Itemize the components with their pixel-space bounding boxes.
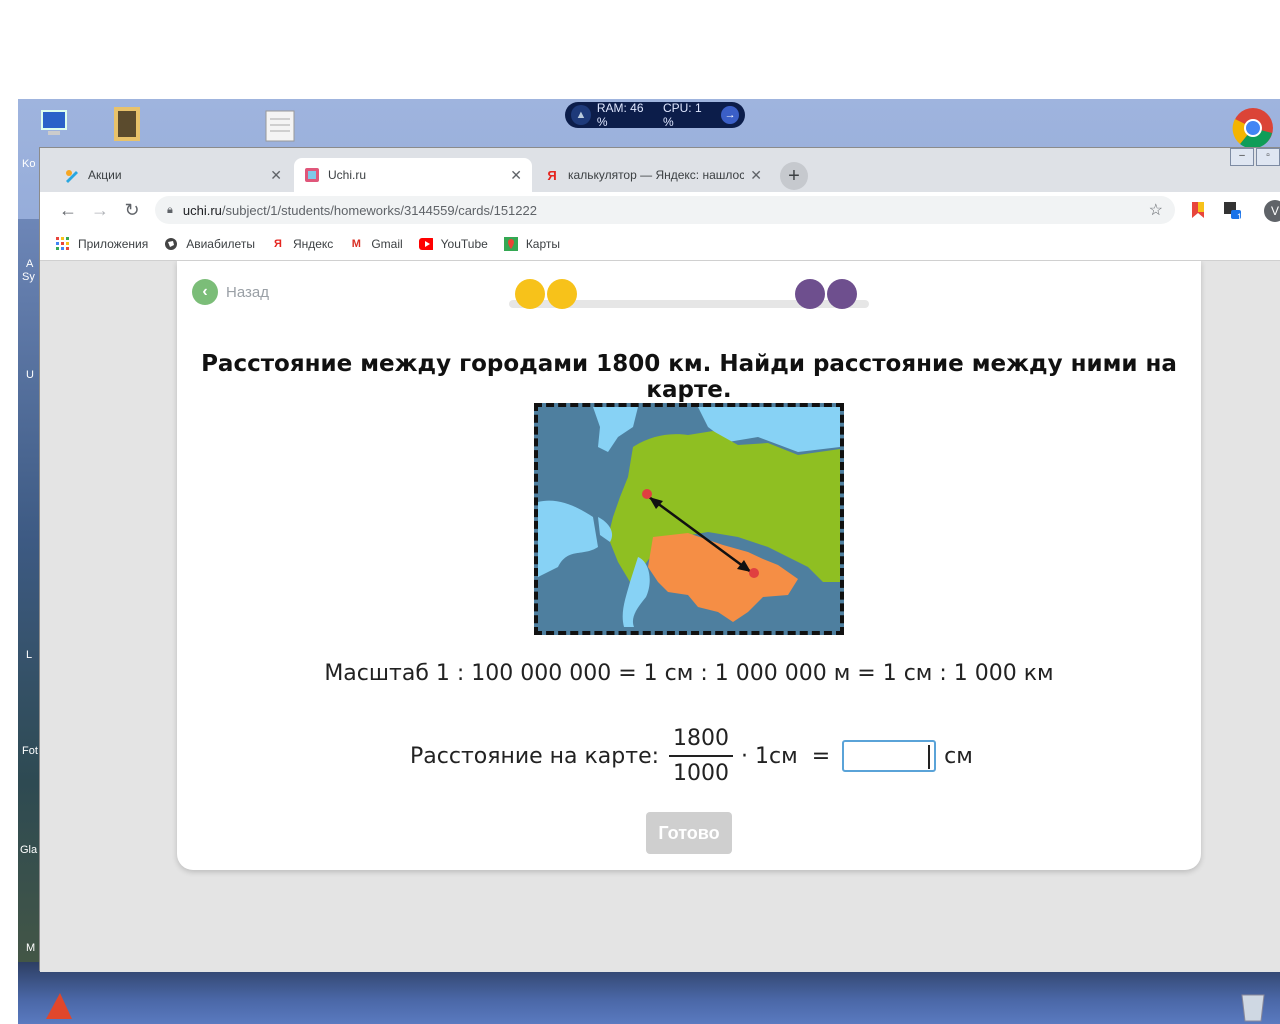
maximize-icon[interactable]: ▫	[1256, 148, 1280, 166]
task-progress	[509, 279, 869, 311]
app-shortcut-icon[interactable]	[42, 989, 76, 1023]
progress-dot-pending	[795, 279, 825, 309]
close-icon[interactable]: ✕	[510, 167, 522, 184]
bookmarks-bar: Приложения Авиабилеты Я Яндекс M Gmail Y…	[40, 228, 1280, 261]
fraction-numerator: 1800	[669, 726, 734, 757]
profile-avatar[interactable]: V	[1264, 200, 1280, 222]
lock-icon: 🔒︎	[167, 203, 173, 216]
text-file-icon[interactable]	[264, 109, 298, 143]
scale-text: Масштаб 1 : 100 000 000 = 1 см : 1 000 0…	[324, 661, 1054, 686]
bookmark-label: Gmail	[371, 237, 403, 251]
window-controls: – ▫	[1230, 148, 1280, 166]
extension-icon[interactable]: 1	[1222, 200, 1242, 222]
tab-uchi[interactable]: Uchi.ru ✕	[294, 158, 532, 192]
progress-dot-pending	[827, 279, 857, 309]
reload-icon[interactable]: ↻	[120, 198, 144, 222]
tab-title: Uchi.ru	[328, 168, 367, 182]
bookmark-label: Приложения	[78, 237, 149, 251]
uchi-favicon	[304, 167, 320, 183]
bookmark-label: Авиабилеты	[186, 237, 255, 251]
close-icon[interactable]: ✕	[750, 167, 762, 184]
bookmark-extension-icon[interactable]	[1188, 200, 1208, 220]
apps-grid-icon	[56, 237, 70, 251]
tab-title: калькулятор — Яндекс: нашлос	[568, 168, 745, 182]
answer-input[interactable]	[842, 740, 937, 772]
back-label: Назад	[226, 283, 269, 301]
bookmark-label: YouTube	[440, 237, 488, 251]
desktop-label: A	[26, 258, 34, 270]
youtube-icon	[418, 237, 433, 251]
bookmark-yandex[interactable]: Я Яндекс	[271, 237, 333, 251]
globe-icon	[164, 237, 178, 251]
yandex-icon: Я	[547, 167, 557, 183]
chrome-icon[interactable]	[1232, 107, 1273, 149]
url-path: /subject/1/students/homeworks/3144559/ca…	[221, 202, 537, 218]
question-text: Расстояние между городами 1800 км. Найди…	[201, 351, 1177, 403]
bookmark-aviabilety[interactable]: Авиабилеты	[164, 237, 255, 251]
chevron-left-icon: ‹	[192, 279, 218, 305]
tab-title: Акции	[88, 168, 122, 182]
tab-strip: Акции ✕ Uchi.ru ✕ Я калькулятор — Яндекс…	[40, 148, 1280, 192]
page-viewport: ‹ Назад Расстояние между городами 1800 к…	[40, 261, 1280, 972]
browser-toolbar: ← → ↻ 🔒︎ uchi.ru/subject/1/students/home…	[40, 192, 1280, 228]
bookmark-apps[interactable]: Приложения	[56, 237, 148, 251]
arrow-right-icon[interactable]: →	[721, 106, 739, 124]
rocket-icon: ▲	[571, 105, 591, 125]
tab-akcii[interactable]: Акции ✕	[54, 158, 292, 192]
bookmark-gmail[interactable]: M Gmail	[349, 237, 403, 251]
folder-icon[interactable]	[110, 105, 144, 141]
url-host: uchi.ru	[182, 202, 222, 218]
bookmark-label: Яндекс	[292, 237, 334, 251]
gmail-icon: M	[351, 238, 361, 250]
maps-icon	[503, 237, 518, 251]
desktop-label: M	[26, 942, 36, 954]
fraction-denominator: 1000	[673, 761, 730, 786]
formula-equals: =	[811, 743, 831, 769]
desktop-label: Sy	[22, 271, 35, 283]
address-bar[interactable]: 🔒︎ uchi.ru/subject/1/students/homeworks/…	[155, 196, 1175, 224]
distance-formula: Расстояние на карте: 1800 1000 · 1см = с…	[410, 726, 973, 786]
desktop-label: Gla	[20, 844, 38, 856]
forward-arrow-icon[interactable]: →	[88, 198, 112, 222]
map-image	[534, 403, 844, 635]
bookmark-label: Карты	[525, 237, 561, 251]
ram-usage: RAM: 46 %	[596, 101, 644, 129]
progress-dot-done	[547, 279, 577, 309]
desktop-label: Ko	[22, 158, 36, 170]
desktop-label: L	[26, 649, 33, 661]
close-icon[interactable]: ✕	[270, 167, 282, 184]
minimize-icon[interactable]: –	[1230, 148, 1254, 166]
cpu-usage: CPU: 1 %	[662, 101, 702, 129]
tab-yandex[interactable]: Я калькулятор — Яндекс: нашлос ✕	[534, 158, 772, 192]
extension-badge: 1	[1236, 212, 1242, 222]
desktop-label: U	[26, 369, 34, 381]
browser-window: Акции ✕ Uchi.ru ✕ Я калькулятор — Яндекс…	[39, 147, 1280, 972]
task-card: ‹ Назад Расстояние между городами 1800 к…	[177, 261, 1201, 870]
formula-multiplier: · 1см	[741, 743, 798, 769]
formula-label: Расстояние на карте:	[410, 743, 660, 769]
uchi-pencil-icon	[64, 167, 80, 183]
yandex-icon: Я	[274, 238, 282, 250]
computer-icon[interactable]	[36, 107, 70, 141]
bookmark-maps[interactable]: Карты	[503, 237, 561, 251]
bookmark-youtube[interactable]: YouTube	[418, 237, 488, 251]
answer-unit: см	[944, 743, 973, 769]
back-arrow-icon[interactable]: ←	[56, 198, 80, 222]
new-tab-button[interactable]: +	[780, 162, 808, 190]
bookmark-star-icon[interactable]: ☆	[1149, 200, 1163, 220]
back-link[interactable]: ‹ Назад	[192, 279, 269, 305]
progress-dot-done	[515, 279, 545, 309]
desktop-label: Fot	[22, 745, 38, 757]
recycle-bin-icon[interactable]	[1236, 989, 1270, 1023]
fraction: 1800 1000	[669, 726, 734, 786]
system-monitor-widget[interactable]: ▲ RAM: 46 % CPU: 1 % →	[565, 101, 745, 129]
done-button[interactable]: Готово	[646, 812, 732, 854]
